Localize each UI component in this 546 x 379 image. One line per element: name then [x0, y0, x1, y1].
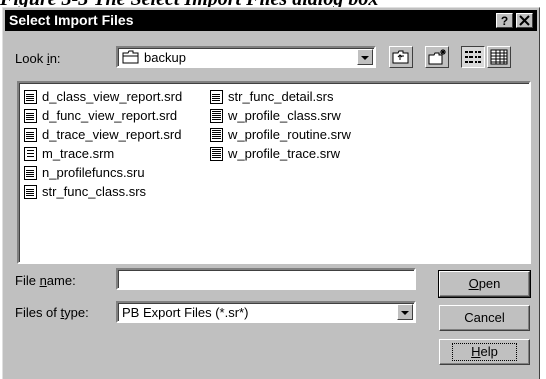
window-file-icon [210, 109, 223, 123]
datawindow-icon [24, 185, 37, 199]
file-name-label: File name: [15, 273, 76, 288]
up-one-level-button[interactable] [389, 46, 413, 68]
cancel-button[interactable]: Cancel [439, 305, 530, 331]
file-item[interactable]: d_class_view_report.srd [23, 88, 182, 106]
list-view-button[interactable] [461, 46, 485, 68]
file-item[interactable]: d_trace_view_report.srd [23, 126, 181, 144]
look-in-label: Look in: [15, 51, 61, 66]
files-of-type-select[interactable]: PB Export Files (*.sr*) [116, 301, 416, 323]
help-button[interactable]: Help [439, 339, 530, 365]
datawindow-icon [210, 90, 223, 104]
file-list[interactable]: d_class_view_report.srd d_func_view_repo… [17, 81, 531, 264]
datawindow-icon [24, 166, 37, 180]
details-view-icon [490, 49, 508, 65]
create-new-folder-button[interactable] [425, 46, 449, 68]
help-caption-button[interactable]: ? [496, 13, 513, 28]
file-item[interactable]: str_func_class.srs [23, 183, 146, 201]
file-item[interactable]: w_profile_routine.srw [209, 126, 351, 144]
look-in-combobox[interactable]: backup [116, 46, 376, 68]
title-bar: Select Import Files ? [5, 10, 537, 31]
select-import-files-dialog: Select Import Files ? Look in: backup d_… [2, 7, 540, 379]
menu-file-icon [24, 147, 37, 161]
folder-icon [122, 50, 139, 64]
file-item[interactable]: w_profile_trace.srw [209, 145, 340, 163]
file-item[interactable]: w_profile_class.srw [209, 107, 341, 125]
close-button[interactable] [516, 13, 533, 28]
up-folder-icon [392, 50, 409, 64]
file-item[interactable]: m_trace.srm [23, 145, 114, 163]
new-folder-icon [428, 49, 446, 65]
window-file-icon [210, 128, 223, 142]
help-focus-rect: Help [452, 343, 517, 361]
files-of-type-value: PB Export Files (*.sr*) [122, 305, 249, 320]
list-view-icon [465, 51, 481, 63]
datawindow-icon [24, 109, 37, 123]
file-name-input[interactable] [116, 268, 416, 290]
look-in-value: backup [144, 50, 186, 65]
window-file-icon [210, 147, 223, 161]
datawindow-icon [24, 128, 37, 142]
close-icon [519, 15, 530, 26]
window-title: Select Import Files [9, 12, 134, 28]
file-item[interactable]: n_profilefuncs.sru [23, 164, 145, 182]
datawindow-icon [24, 90, 37, 104]
files-of-type-dropdown-arrow[interactable] [397, 304, 413, 320]
file-item[interactable]: str_func_detail.srs [209, 88, 334, 106]
details-view-button[interactable] [487, 46, 511, 68]
open-button[interactable]: Open [438, 270, 531, 298]
file-item[interactable]: d_func_view_report.srd [23, 107, 177, 125]
look-in-dropdown-arrow[interactable] [357, 49, 373, 65]
files-of-type-label: Files of type: [15, 305, 89, 320]
